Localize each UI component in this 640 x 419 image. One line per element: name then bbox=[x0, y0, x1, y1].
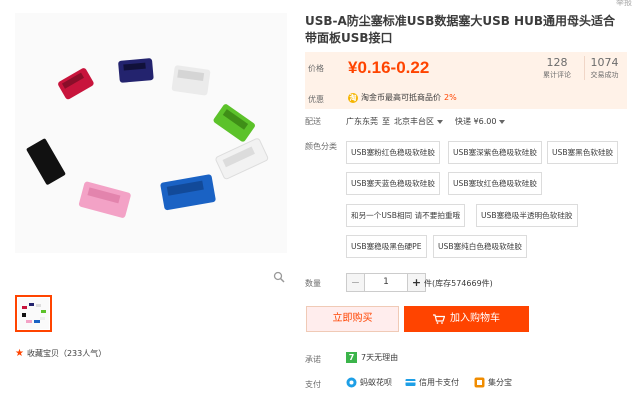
chevron-down-icon[interactable] bbox=[437, 119, 443, 124]
promo-label: 优惠 bbox=[308, 95, 324, 104]
buy-now-button[interactable]: 立即购买 bbox=[306, 306, 399, 332]
sku-option[interactable]: USB塞深紫色稳吸软硅胶 bbox=[448, 141, 542, 164]
quantity-input[interactable]: 1 bbox=[364, 274, 408, 291]
price-value: ¥0.16-0.22 bbox=[348, 58, 430, 77]
review-count[interactable]: 128 累计评论 bbox=[537, 56, 577, 80]
promo-percent: 2% bbox=[444, 93, 457, 102]
sku-option[interactable]: 和另一个USB相同 请不要拍重哦 bbox=[346, 204, 466, 227]
promise-label: 承诺 bbox=[305, 355, 321, 364]
promise-item[interactable]: 7 7天无理由 bbox=[346, 352, 398, 363]
payment-credit-card-label: 信用卡支付 bbox=[419, 378, 459, 387]
shipping-method[interactable]: 快递 ¥6.00 bbox=[455, 116, 496, 127]
payment-credit-card[interactable]: 信用卡支付 bbox=[405, 377, 459, 388]
seven-day-return-icon: 7 bbox=[346, 352, 357, 363]
product-thumbnail[interactable] bbox=[15, 295, 52, 332]
cart-icon bbox=[433, 314, 445, 324]
shipping-label: 配送 bbox=[305, 117, 321, 126]
payment-jifenbao-label: 集分宝 bbox=[488, 378, 512, 387]
sku-option[interactable]: USB塞黑色软硅胶 bbox=[547, 141, 619, 164]
review-count-number: 128 bbox=[546, 56, 568, 69]
sales-count-number: 1074 bbox=[590, 56, 619, 69]
ship-from: 广东东莞 bbox=[346, 117, 378, 126]
jifenbao-icon bbox=[474, 377, 485, 388]
taobao-coin-icon: 淘 bbox=[348, 92, 358, 103]
promise-text: 7天无理由 bbox=[361, 353, 399, 362]
sku-option[interactable]: USB塞粉红色稳吸软硅胶 bbox=[346, 141, 440, 164]
shipping-row: 配送 广东东莞 至 北京丰台区 快递 ¥6.00 bbox=[305, 116, 517, 127]
sku-option[interactable]: USB塞玫红色稳吸软硅胶 bbox=[448, 172, 542, 195]
chevron-down-icon[interactable] bbox=[499, 119, 506, 124]
promo-text: 淘金币最高可抵商品价 bbox=[361, 93, 441, 102]
quantity-stepper: − 1 + bbox=[346, 273, 426, 292]
sku-option[interactable]: USB塞天蓝色稳吸软硅胶 bbox=[346, 172, 440, 195]
payment-jifenbao[interactable]: 集分宝 bbox=[474, 377, 512, 388]
credit-card-icon bbox=[405, 379, 416, 386]
payment-label: 支付 bbox=[305, 380, 321, 389]
zoom-icon[interactable] bbox=[273, 271, 285, 283]
usb-caps-photo bbox=[15, 13, 287, 253]
quantity-label: 数量 bbox=[305, 279, 321, 288]
payment-huabei-label: 蚂蚁花呗 bbox=[360, 378, 392, 387]
huabei-icon bbox=[346, 377, 357, 388]
product-title: USB-A防尘塞标准USB数据塞大USB HUB通用母头适合带面板USB接口 bbox=[305, 14, 615, 45]
add-to-cart-label: 加入购物车 bbox=[450, 313, 500, 324]
thumbnail-image bbox=[18, 298, 49, 329]
increment-button[interactable]: + bbox=[408, 274, 425, 291]
ship-to-selector[interactable]: 北京丰台区 bbox=[394, 116, 434, 127]
sku-option[interactable]: USB塞纯白色稳吸软硅胶 bbox=[433, 235, 527, 258]
star-icon: ★ bbox=[15, 347, 24, 359]
sku-option[interactable]: USB塞稳吸黑色硬PE bbox=[346, 235, 427, 258]
favorite-label: 收藏宝贝（233人气） bbox=[26, 349, 107, 358]
decrement-button[interactable]: − bbox=[347, 274, 364, 291]
price-panel: 价格 ¥0.16-0.22 128 累计评论 1074 交易成功 优惠 淘 淘金… bbox=[305, 52, 627, 109]
favorite-button[interactable]: ★ 收藏宝贝（233人气） bbox=[15, 348, 106, 359]
sales-count-label: 交易成功 bbox=[590, 71, 619, 79]
report-link[interactable]: 举报 bbox=[616, 0, 632, 8]
add-to-cart-button[interactable]: 加入购物车 bbox=[404, 306, 529, 332]
review-count-label: 累计评论 bbox=[543, 71, 571, 79]
color-label: 颜色分类 bbox=[305, 142, 337, 151]
ship-to-word: 至 bbox=[382, 117, 390, 126]
price-label: 价格 bbox=[308, 64, 324, 73]
payment-huabei[interactable]: 蚂蚁花呗 bbox=[346, 377, 392, 388]
main-product-image bbox=[15, 13, 287, 253]
promo-info: 淘 淘金币最高可抵商品价 2% bbox=[348, 92, 457, 103]
sales-count: 1074 交易成功 bbox=[584, 56, 624, 80]
stock-info: 件(库存574669件) bbox=[424, 279, 493, 288]
sku-option[interactable]: USB塞稳吸半透明色软硅胶 bbox=[476, 204, 578, 227]
